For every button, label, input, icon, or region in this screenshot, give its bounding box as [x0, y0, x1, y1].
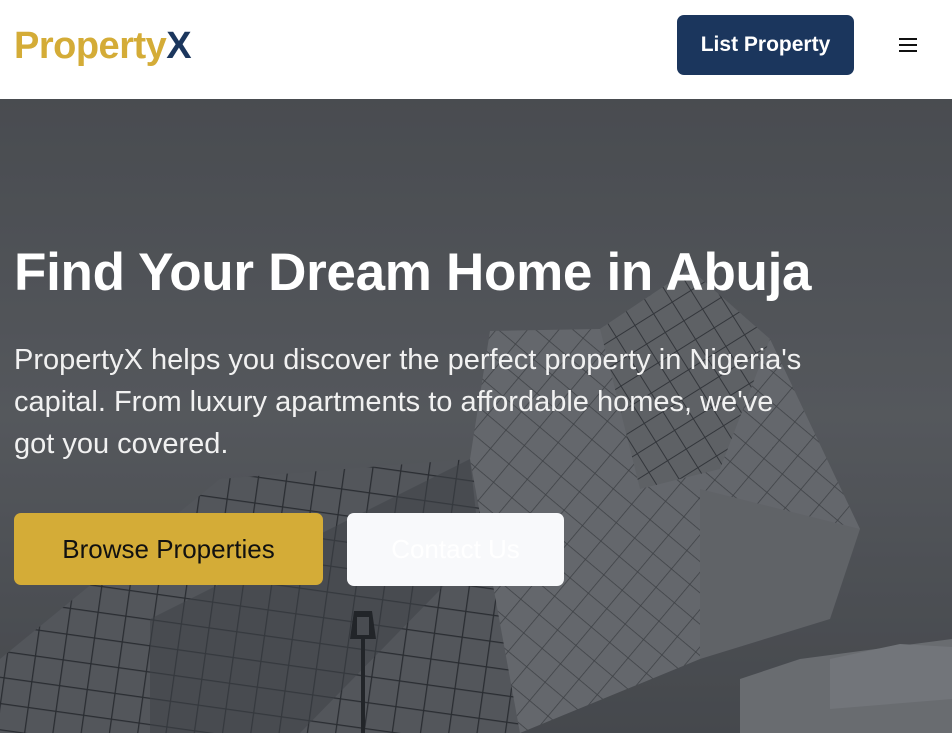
- site-header: PropertyX List Property: [0, 0, 952, 99]
- menu-button[interactable]: [892, 30, 924, 60]
- logo-text-property: Property: [14, 25, 167, 67]
- browse-properties-button[interactable]: Browse Properties: [14, 513, 323, 585]
- hero-subtitle: PropertyX helps you discover the perfect…: [14, 344, 802, 460]
- list-property-button[interactable]: List Property: [677, 15, 854, 75]
- hero-title: Find Your Dream Home in Abuja: [14, 243, 812, 302]
- contact-us-button[interactable]: Contact Us: [347, 513, 564, 586]
- logo[interactable]: PropertyX: [14, 24, 192, 68]
- hero-section: Find Your Dream Home in Abuja PropertyX …: [0, 99, 952, 733]
- logo-text-x: X: [166, 25, 192, 67]
- hamburger-menu-icon: [899, 38, 917, 52]
